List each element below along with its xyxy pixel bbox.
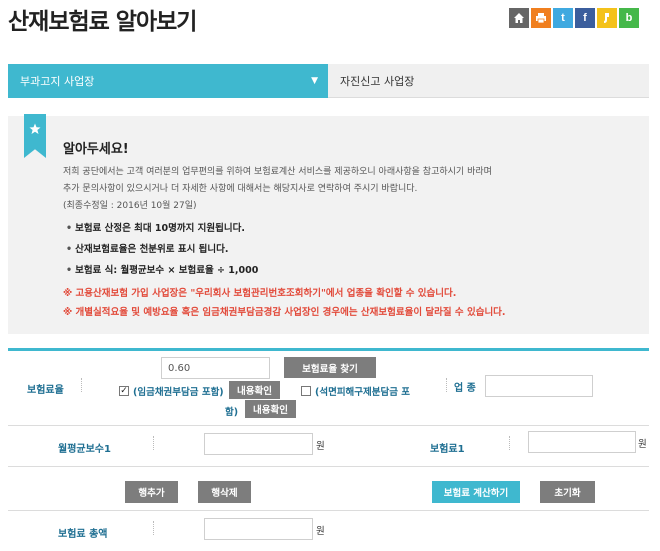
home-icon[interactable]	[509, 8, 529, 28]
facebook-label: f	[583, 12, 587, 24]
chevron-down-icon: ▼	[311, 76, 318, 86]
divider	[153, 521, 154, 535]
delete-row-button[interactable]: 행삭제	[198, 481, 251, 503]
industry-input[interactable]	[485, 375, 593, 397]
wage-claim-detail-button[interactable]: 내용확인	[229, 381, 280, 399]
won-unit: 원	[316, 441, 325, 452]
kakaostory-icon[interactable]	[597, 8, 617, 28]
row-separator	[8, 425, 649, 426]
premium-input[interactable]	[528, 431, 636, 453]
asbestos-detail-button[interactable]: 내용확인	[245, 400, 296, 418]
notice-box: 알아두세요! 저희 공단에서는 고객 여러분의 업무편의를 위하여 보험료계산 …	[8, 114, 649, 334]
total-premium-input[interactable]	[204, 518, 313, 540]
monthly-wage-label: 월평균보수1	[58, 444, 111, 455]
row-separator	[8, 466, 649, 467]
reset-button[interactable]: 초기화	[540, 481, 595, 503]
tab-self-report-business-label: 자진신고 사업장	[340, 74, 415, 88]
list-item: 보험료 식: 월평균보수 × 보험료율 ÷ 1,000	[66, 262, 258, 283]
notice-list: 보험료 산정은 최대 10명까지 지원됩니다. 산재보험료율은 천분위로 표시 …	[66, 220, 258, 283]
monthly-wage-input[interactable]	[204, 433, 313, 455]
wage-claim-label: (임금채권부담금 포함)	[133, 387, 224, 398]
notice-updated-date: (최종수정일 : 2016년 10월 27일)	[63, 201, 197, 211]
total-premium-label: 보험료 총액	[58, 529, 108, 540]
divider	[153, 436, 154, 450]
premium-label: 보험료1	[430, 444, 465, 455]
row-separator	[8, 510, 649, 511]
facebook-icon[interactable]: f	[575, 8, 595, 28]
calculate-premium-button[interactable]: 보험료 계산하기	[432, 481, 520, 503]
twitter-icon[interactable]: t	[553, 8, 573, 28]
business-type-tabs: 부과고지 사업장 ▼ 자진신고 사업장	[8, 64, 649, 98]
divider	[446, 378, 447, 392]
print-icon[interactable]	[531, 8, 551, 28]
notice-title: 알아두세요!	[63, 142, 129, 157]
tab-imposed-business[interactable]: 부과고지 사업장 ▼	[8, 64, 328, 98]
calculator-top-border	[8, 348, 649, 351]
rate-label: 보험료율	[27, 385, 64, 396]
add-row-button[interactable]: 행추가	[125, 481, 178, 503]
page-title: 산재보험료 알아보기	[8, 9, 197, 35]
tab-imposed-business-label: 부과고지 사업장	[20, 75, 95, 88]
notice-warning-2: ※ 개별실적요율 및 예방요율 혹은 임금채권부담금경감 사업장인 경우에는 산…	[63, 307, 506, 318]
asbestos-label-cont: 함)	[225, 407, 239, 418]
notice-description: 저희 공단에서는 고객 여러분의 업무편의를 위하여 보험료계산 서비스를 제공…	[63, 164, 633, 215]
star-ribbon-icon	[24, 114, 46, 158]
rate-input[interactable]	[161, 357, 270, 379]
notice-warning-1: ※ 고용산재보험 가입 사업장은 "우리회사 보험관리번호조회하기"에서 업종을…	[63, 288, 457, 299]
notice-desc-line1: 저희 공단에서는 고객 여러분의 업무편의를 위하여 보험료계산 서비스를 제공…	[63, 167, 492, 177]
list-item: 보험료 산정은 최대 10명까지 지원됩니다.	[66, 220, 258, 241]
asbestos-checkbox[interactable]	[301, 386, 311, 396]
notice-desc-line2: 추가 문의사항이 있으시거나 더 자세한 사항에 대해서는 해당지사로 연락하여…	[63, 184, 418, 194]
share-bar: t f b	[509, 8, 639, 28]
find-rate-button[interactable]: 보험료율 찾기	[284, 357, 376, 378]
divider	[509, 436, 510, 450]
industry-label: 업 종	[454, 383, 476, 394]
asbestos-label: (석면피해구제분담금 포	[315, 387, 411, 398]
twitter-label: t	[561, 12, 565, 24]
won-unit: 원	[316, 526, 325, 537]
list-item: 산재보험료율은 천분위로 표시 됩니다.	[66, 241, 258, 262]
band-label: b	[625, 12, 633, 24]
won-unit: 원	[638, 439, 647, 450]
tab-self-report-business[interactable]: 자진신고 사업장	[328, 64, 649, 98]
band-icon[interactable]: b	[619, 8, 639, 28]
divider	[81, 378, 82, 392]
wage-claim-checkbox[interactable]: ✓	[119, 386, 129, 396]
